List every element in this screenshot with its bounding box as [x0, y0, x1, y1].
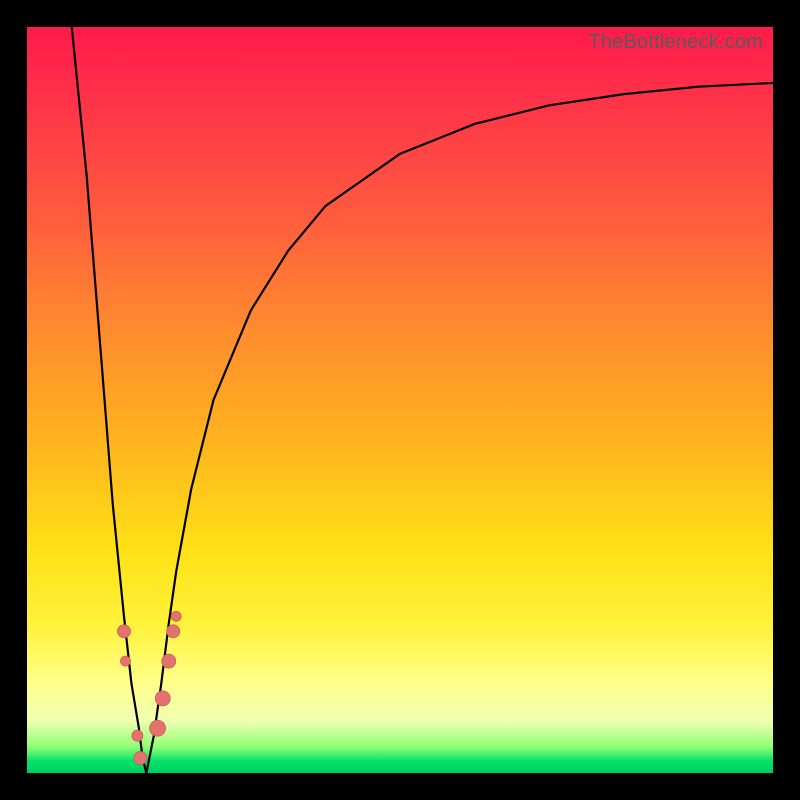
chart-svg: [27, 27, 773, 773]
scatter-point: [162, 654, 176, 668]
right-branch-curve: [146, 83, 773, 773]
plot-area: TheBottleneck.com: [27, 27, 773, 773]
scatter-point: [171, 611, 181, 621]
scatter-point: [150, 720, 166, 736]
scatter-point: [134, 752, 147, 765]
scatter-point: [120, 656, 130, 666]
left-branch-curve: [72, 27, 147, 773]
scatter-markers: [117, 611, 181, 764]
chart-frame: TheBottleneck.com: [0, 0, 800, 800]
scatter-point: [167, 625, 180, 638]
scatter-point: [117, 625, 130, 638]
scatter-point: [132, 730, 143, 741]
scatter-point: [155, 691, 170, 706]
